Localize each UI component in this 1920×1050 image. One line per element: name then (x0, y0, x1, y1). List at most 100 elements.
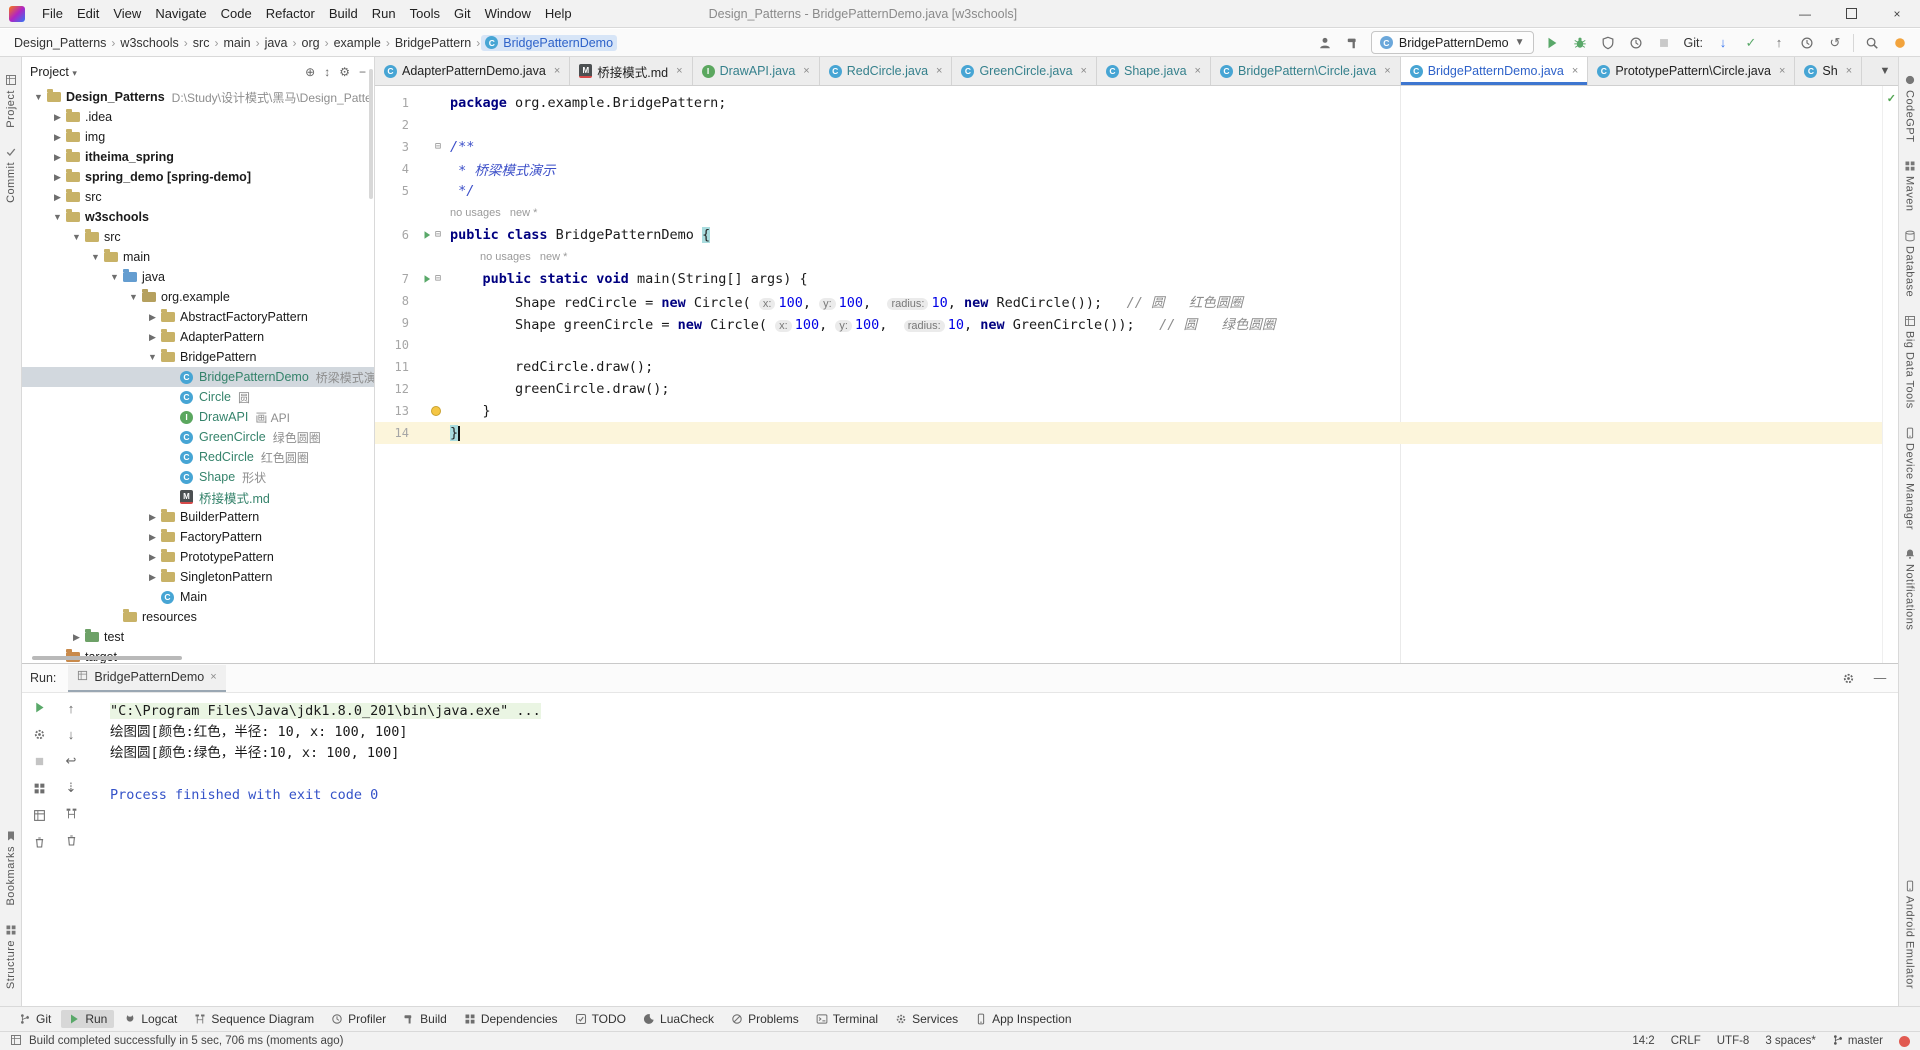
tree-expand-arrow-icon[interactable]: ▶ (51, 112, 64, 123)
history-button[interactable] (1797, 32, 1817, 54)
menu-tools[interactable]: Tools (403, 6, 447, 21)
horizontal-scrollbar[interactable] (32, 656, 182, 660)
close-icon[interactable]: × (1384, 65, 1390, 77)
tree-item[interactable]: ▼ Design_Patterns D:\Study\设计模式\黑马\Design_… (22, 87, 374, 107)
tree-item[interactable]: ▶ itheima_spring (22, 147, 374, 167)
hide-run-panel-icon[interactable]: — (1870, 667, 1890, 689)
tree-item[interactable]: ▼ java (22, 267, 374, 287)
scroll-to-end-button[interactable]: ⇣ (66, 780, 77, 796)
code-line[interactable]: 7 ⊟ public static void main(String[] args… (375, 268, 1883, 290)
tree-item[interactable]: M 桥接模式.md (22, 487, 374, 507)
tree-expand-arrow-icon[interactable]: ▶ (146, 572, 159, 583)
tree-item[interactable]: target (22, 647, 374, 663)
code-line[interactable]: 11 redCircle.draw(); (375, 356, 1883, 378)
close-icon[interactable]: × (1846, 65, 1852, 77)
code-line[interactable]: 8 Shape redCircle = new Circle( x: 100, y… (375, 290, 1883, 312)
editor-tab[interactable]: C PrototypePattern\Circle.java × (1588, 57, 1796, 85)
tool-window-button-git[interactable]: Git (12, 1010, 58, 1028)
run-configuration-combo[interactable]: C BridgePatternDemo ▼ (1370, 31, 1534, 54)
tool-window-button-services[interactable]: Services (888, 1010, 965, 1028)
close-icon[interactable]: × (936, 65, 942, 77)
caret-position[interactable]: 14:2 (1632, 1035, 1654, 1047)
tree-expand-arrow-icon[interactable]: ▶ (146, 552, 159, 563)
project-view-selector[interactable]: Project ▾ (30, 65, 77, 79)
close-icon[interactable]: × (1081, 65, 1087, 77)
code-line[interactable]: 13 } (375, 400, 1883, 422)
code-area[interactable]: 1 package org.example.BridgePattern; 2 3 ⊟ /*… (375, 92, 1883, 444)
window-layout-icon[interactable] (10, 1034, 22, 1049)
hidden-tabs-button[interactable]: ▼ (1872, 57, 1898, 84)
tool-stripe-project[interactable]: Project (5, 74, 17, 128)
tree-collapse-arrow-icon[interactable]: ▼ (127, 292, 140, 302)
tool-window-button-logcat[interactable]: Logcat (117, 1010, 184, 1028)
tree-item[interactable]: ▶ AdapterPattern (22, 327, 374, 347)
code-line[interactable]: 4 * 桥梁模式演示 (375, 158, 1883, 180)
menu-help[interactable]: Help (538, 6, 579, 21)
editor-tab[interactable]: C BridgePatternDemo.java × (1400, 57, 1589, 85)
close-icon[interactable]: × (1572, 65, 1578, 77)
tree-item[interactable]: ▼ src (22, 227, 374, 247)
tool-window-button-todo[interactable]: TODO (568, 1010, 633, 1028)
run-panel-settings-icon[interactable] (1838, 667, 1858, 689)
tree-expand-arrow-icon[interactable]: ▶ (146, 532, 159, 543)
tree-item[interactable]: I DrawAPI 画 API (22, 407, 374, 427)
editor-tab[interactable]: M 桥接模式.md × (570, 57, 693, 85)
tool-stripe-database[interactable]: Database (1904, 230, 1916, 297)
tree-expand-arrow-icon[interactable]: ▶ (51, 132, 64, 143)
codegpt-plugin-button[interactable] (1890, 32, 1910, 54)
stop-button[interactable] (1654, 32, 1674, 54)
code-line[interactable]: 2 (375, 114, 1883, 136)
tool-stripe-big-data-tools[interactable]: Big Data Tools (1904, 315, 1916, 409)
editor-tab[interactable]: C GreenCircle.java × (952, 57, 1097, 85)
breadcrumb-item[interactable]: src (189, 35, 214, 51)
error-stripe[interactable]: ✓ (1882, 86, 1898, 663)
menu-view[interactable]: View (106, 6, 148, 21)
rerun-button[interactable] (33, 701, 46, 717)
tree-item[interactable]: ▼ org.example (22, 287, 374, 307)
breadcrumb-item[interactable]: java (261, 35, 292, 51)
code-line[interactable]: 5 */ (375, 180, 1883, 202)
prev-occurrence-button[interactable]: ↑ (68, 701, 75, 716)
tree-expand-arrow-icon[interactable]: ▶ (146, 332, 159, 343)
menu-window[interactable]: Window (478, 6, 538, 21)
close-icon[interactable]: × (803, 65, 809, 77)
tool-stripe-structure[interactable]: Structure (5, 924, 17, 989)
menu-file[interactable]: File (35, 6, 70, 21)
tree-item[interactable]: C Circle 圆 (22, 387, 374, 407)
expand-collapse-icon[interactable]: ↕ (324, 65, 330, 79)
tree-item[interactable]: ▶ AbstractFactoryPattern (22, 307, 374, 327)
code-line[interactable]: 12 greenCircle.draw(); (375, 378, 1883, 400)
tool-stripe-commit[interactable]: Commit (5, 146, 17, 203)
tool-stripe-android-emulator[interactable]: Android Emulator (1904, 880, 1916, 989)
tool-window-button-problems[interactable]: Problems (724, 1010, 806, 1028)
git-branch[interactable]: master (1832, 1034, 1883, 1049)
editor-tab[interactable]: I DrawAPI.java × (692, 57, 820, 85)
tool-stripe-notifications[interactable]: Notifications (1904, 548, 1916, 630)
tree-item[interactable]: resources (22, 607, 374, 627)
tree-item[interactable]: C Shape 形状 (22, 467, 374, 487)
breadcrumb-item[interactable]: main (219, 35, 254, 51)
tool-window-button-terminal[interactable]: Terminal (809, 1010, 885, 1028)
tree-item[interactable]: C RedCircle 红色圆圈 (22, 447, 374, 467)
tree-collapse-arrow-icon[interactable]: ▼ (32, 92, 45, 102)
tree-item[interactable]: ▶ spring_demo [spring-demo] (22, 167, 374, 187)
inlay-hint-line[interactable]: no usages new * (375, 246, 1883, 268)
tree-item[interactable]: C GreenCircle 绿色圆圈 (22, 427, 374, 447)
tool-stripe-device-manager[interactable]: Device Manager (1904, 427, 1916, 530)
tree-item[interactable]: C BridgePatternDemo 桥梁模式演示 (22, 367, 374, 387)
dump-threads-button[interactable] (33, 782, 46, 798)
vertical-scrollbar[interactable] (369, 69, 373, 199)
tree-expand-arrow-icon[interactable]: ▶ (51, 192, 64, 203)
tool-window-button-profiler[interactable]: Profiler (324, 1010, 393, 1028)
git-push-button[interactable]: ↑ (1769, 32, 1789, 54)
settings-gear-icon[interactable]: ⚙ (339, 65, 350, 79)
tool-window-button-build[interactable]: Build (396, 1010, 454, 1028)
fold-marker-icon[interactable]: ⊟ (435, 142, 441, 152)
run-console[interactable]: "C:\Program Files\Java\jdk1.8.0_201\bin\… (98, 693, 1898, 1006)
maximize-button[interactable] (1828, 0, 1874, 27)
menu-git[interactable]: Git (447, 6, 478, 21)
fold-marker-icon[interactable]: ⊟ (435, 230, 441, 240)
tree-expand-arrow-icon[interactable]: ▶ (51, 172, 64, 183)
editor-tab[interactable]: C BridgePattern\Circle.java × (1210, 57, 1401, 85)
editor-tab[interactable]: C RedCircle.java × (819, 57, 953, 85)
